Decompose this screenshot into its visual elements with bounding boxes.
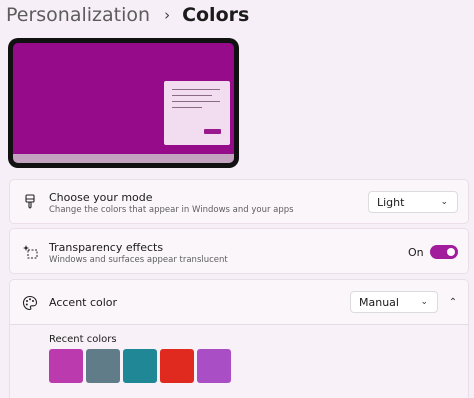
palette-icon [22,295,38,311]
preview-text-line [172,89,220,90]
breadcrumb-separator-icon: › [164,6,171,24]
preview-window [164,81,230,145]
mode-setting-card: Choose your mode Change the colors that … [9,179,469,224]
color-swatch[interactable] [86,349,120,383]
accent-dropdown-value: Manual [359,295,399,309]
mode-title: Choose your mode [49,191,153,204]
brush-icon [22,194,38,210]
preview-button [204,129,221,134]
collapse-chevron-up-icon[interactable]: ⌃ [445,294,461,310]
preview-text-line [172,107,202,108]
transparency-title: Transparency effects [49,241,164,254]
transparency-toggle[interactable] [430,245,458,259]
chevron-down-icon: ⌄ [420,297,428,307]
color-swatch[interactable] [123,349,157,383]
recent-colors-label: Recent colors [49,334,117,345]
color-swatch[interactable] [49,349,83,383]
accent-title: Accent color [49,296,118,309]
color-swatch[interactable] [160,349,194,383]
transparency-setting-card: Transparency effects Windows and surface… [9,228,469,274]
theme-preview [8,38,239,168]
transparency-sparkle-icon [22,244,38,260]
accent-dropdown[interactable]: Manual ⌄ [350,291,438,313]
recent-colors-list [49,349,231,383]
chevron-down-icon: ⌄ [440,197,448,207]
accent-expanded-panel: Recent colors [9,324,469,398]
breadcrumb-parent[interactable]: Personalization [6,4,150,26]
mode-dropdown[interactable]: Light ⌄ [368,191,458,213]
preview-text-line [172,95,212,96]
preview-desktop [13,43,234,163]
accent-setting-card[interactable]: Accent color Manual ⌄ ⌃ [9,279,469,325]
color-swatch[interactable] [197,349,231,383]
breadcrumb: Personalization › Colors [6,2,249,28]
preview-taskbar [13,154,234,163]
transparency-subtitle: Windows and surfaces appear translucent [49,255,228,265]
mode-subtitle: Change the colors that appear in Windows… [49,205,294,215]
transparency-state-label: On [408,246,424,259]
mode-dropdown-value: Light [377,195,405,209]
toggle-knob [447,248,455,256]
preview-text-line [172,101,220,102]
page-title: Colors [182,4,250,26]
